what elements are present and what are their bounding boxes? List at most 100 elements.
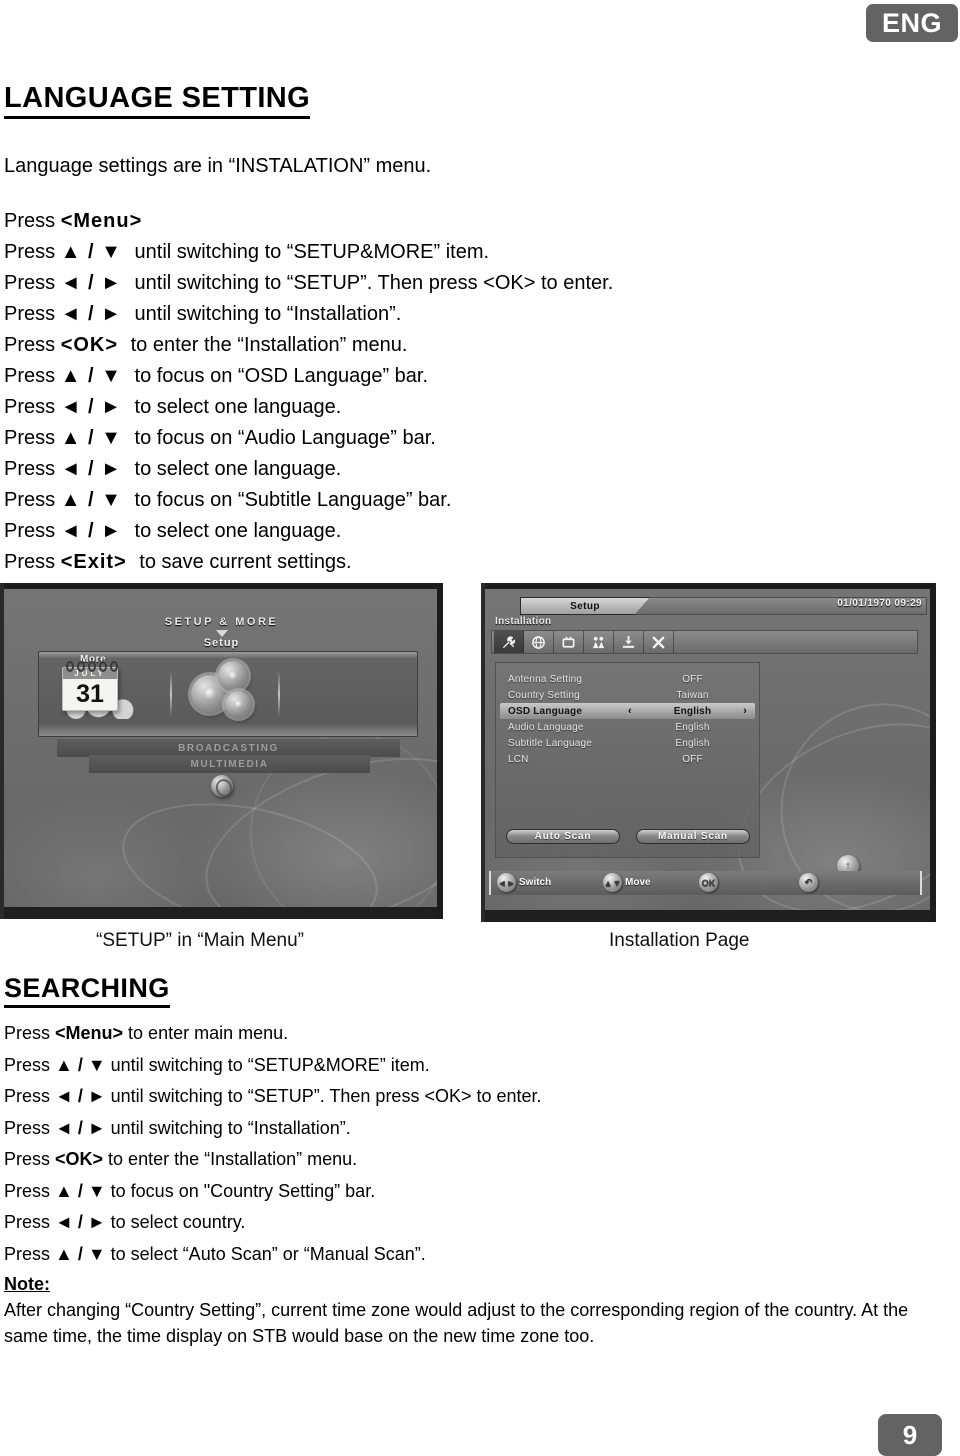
calendar-day: 31 xyxy=(76,680,104,708)
step-key: ◄ / ► xyxy=(55,1212,106,1232)
gear-icon[interactable] xyxy=(185,659,265,725)
main-menu-subheading: Setup xyxy=(203,637,240,649)
users-icon[interactable] xyxy=(584,631,614,653)
setting-row-country-setting[interactable]: Country Setting Taiwan xyxy=(500,687,755,703)
step-key: ▲ / ▼ xyxy=(55,1243,106,1264)
step-line: Press ▲ / ▼ to focus on “OSD Language” b… xyxy=(4,361,624,392)
step-key: ▲ / ▼ xyxy=(60,241,122,263)
intro-text: Language settings are in “INSTALATION” m… xyxy=(4,155,432,177)
antenna-icon[interactable] xyxy=(524,631,554,653)
step-prefix: Press xyxy=(4,303,61,325)
step-prefix: Press xyxy=(4,272,61,294)
help-glyph-icon: ↶ xyxy=(799,873,818,892)
help-item-action-2[interactable]: OK xyxy=(699,873,721,892)
step-key: ◄ / ► xyxy=(55,1086,106,1106)
page-number-badge: 9 xyxy=(878,1414,942,1456)
step-key: ◄ / ► xyxy=(60,303,122,325)
step-prefix: Press xyxy=(4,458,61,480)
tv-frame-bottom xyxy=(481,910,936,922)
step-prefix: Press xyxy=(4,1023,56,1043)
setting-row-lcn[interactable]: LCN OFF xyxy=(500,751,755,767)
step-prefix: Press xyxy=(4,489,61,511)
chevron-left-icon[interactable]: ‹ xyxy=(628,705,632,717)
searching-steps-list: Press <Menu> to enter main menu. Press ▲ … xyxy=(4,1018,704,1270)
manual-scan-button[interactable]: Manual Scan xyxy=(636,829,750,844)
close-icon[interactable] xyxy=(644,631,674,653)
tab-setup[interactable]: Setup xyxy=(520,597,650,615)
globe-icon xyxy=(210,775,233,797)
step-line: Press ▲ / ▼ until switching to “SETUP&MO… xyxy=(4,1050,704,1082)
step-key: ▲ / ▼ xyxy=(60,365,122,387)
step-line: Press ◄ / ► to select one language. xyxy=(4,392,624,423)
note-label: Note: xyxy=(4,1274,50,1294)
step-text: to focus on “Subtitle Language” bar. xyxy=(128,489,452,511)
setting-label: Subtitle Language xyxy=(508,737,593,749)
step-text: until switching to “SETUP&MORE” item. xyxy=(105,1054,430,1075)
tv-frame-left xyxy=(0,583,4,919)
page-title: LANGUAGE SETTING xyxy=(4,82,311,119)
chevron-right-icon[interactable]: › xyxy=(743,705,747,717)
step-prefix: Press xyxy=(4,396,61,418)
setting-row-subtitle-language[interactable]: Subtitle Language English xyxy=(500,735,755,751)
setting-value: OFF xyxy=(682,753,703,765)
step-text: to select one language. xyxy=(128,458,342,480)
menu-bar-multimedia[interactable]: MULTIMEDIA xyxy=(89,755,370,773)
step-line: Press ◄ / ► to select country. xyxy=(4,1207,704,1239)
help-item-switch[interactable]: ◄► Switch xyxy=(497,873,551,892)
step-line: Press ◄ / ► until switching to “Installa… xyxy=(4,1113,704,1145)
step-prefix: Press xyxy=(4,520,61,542)
setting-label: LCN xyxy=(508,753,529,765)
help-item-move[interactable]: ▲▼ Move xyxy=(603,873,651,892)
status-datetime: 01/01/1970 09:29 xyxy=(837,598,922,609)
step-prefix: Press xyxy=(4,551,61,573)
step-prefix: Press xyxy=(4,365,61,387)
tv-frame-right xyxy=(437,583,443,919)
figure-caption-left: “SETUP” in “Main Menu” xyxy=(96,930,304,951)
step-key: ◄ / ► xyxy=(55,1117,106,1138)
step-line: Press ▲ / ▼ to focus on “Audio Language”… xyxy=(4,423,624,454)
step-line: Press <OK> to enter the “Installation” m… xyxy=(4,1144,704,1176)
step-text: until switching to “SETUP”. Then press <… xyxy=(128,272,614,294)
tv-frame-top xyxy=(0,583,443,589)
setting-row-audio-language[interactable]: Audio Language English xyxy=(500,719,755,735)
panel-divider xyxy=(278,671,280,717)
auto-scan-button[interactable]: Auto Scan xyxy=(506,829,620,844)
step-key: ◄ / ► xyxy=(60,396,122,418)
help-glyph-icon: OK xyxy=(699,873,718,892)
tools-icon[interactable] xyxy=(494,631,524,653)
tv-icon[interactable] xyxy=(554,631,584,653)
step-key: <OK> xyxy=(60,334,119,356)
help-label: Switch xyxy=(519,877,552,888)
setting-row-antenna-setting[interactable]: Antenna Setting OFF xyxy=(500,671,755,687)
step-prefix: Press xyxy=(4,1180,56,1201)
step-text: to select country. xyxy=(105,1212,246,1232)
help-item-action-3[interactable]: ↶ xyxy=(799,873,821,892)
step-text: to select one language. xyxy=(128,396,342,418)
step-line: Press ▲ / ▼ until switching to “SETUP&MO… xyxy=(4,237,624,268)
tv-frame-top xyxy=(481,583,936,589)
step-key: ▲ / ▼ xyxy=(60,427,122,449)
step-prefix: Press xyxy=(4,1117,56,1138)
installation-icon-bar xyxy=(491,630,918,654)
step-line: Press <OK> to enter the “Installation” m… xyxy=(4,330,624,361)
step-key: <Menu> xyxy=(60,210,143,232)
setting-label: Country Setting xyxy=(508,689,580,701)
step-text: to save current settings. xyxy=(133,551,352,573)
step-key: ▲ / ▼ xyxy=(55,1054,106,1075)
figure-main-menu-screenshot: SETUP & MORE Setup More JULY 31 BROADCAS… xyxy=(0,583,443,919)
step-key: <Exit> xyxy=(60,551,127,573)
step-text: until switching to “SETUP”. Then press <… xyxy=(105,1086,542,1106)
figure-installation-screenshot: Setup 01/01/1970 09:29 Installation Ante… xyxy=(481,583,936,922)
step-prefix: Press xyxy=(4,1212,56,1232)
step-text: to focus on “Audio Language” bar. xyxy=(128,427,436,449)
setting-label: Audio Language xyxy=(508,721,584,733)
note-block: Note: After changing “Country Setting”, … xyxy=(4,1272,934,1349)
figure-caption-right: Installation Page xyxy=(609,930,750,951)
step-text: to select one language. xyxy=(128,520,342,542)
step-line: Press ▲ / ▼ to select “Auto Scan” or “Ma… xyxy=(4,1239,704,1271)
step-key: ▲ / ▼ xyxy=(55,1180,106,1201)
help-glyph-icon: ◄► xyxy=(497,873,516,892)
install-icon[interactable] xyxy=(614,631,644,653)
calendar-icon[interactable]: JULY 31 xyxy=(62,667,118,711)
setting-row-osd-language[interactable]: OSD Language English ‹ › xyxy=(500,703,755,719)
